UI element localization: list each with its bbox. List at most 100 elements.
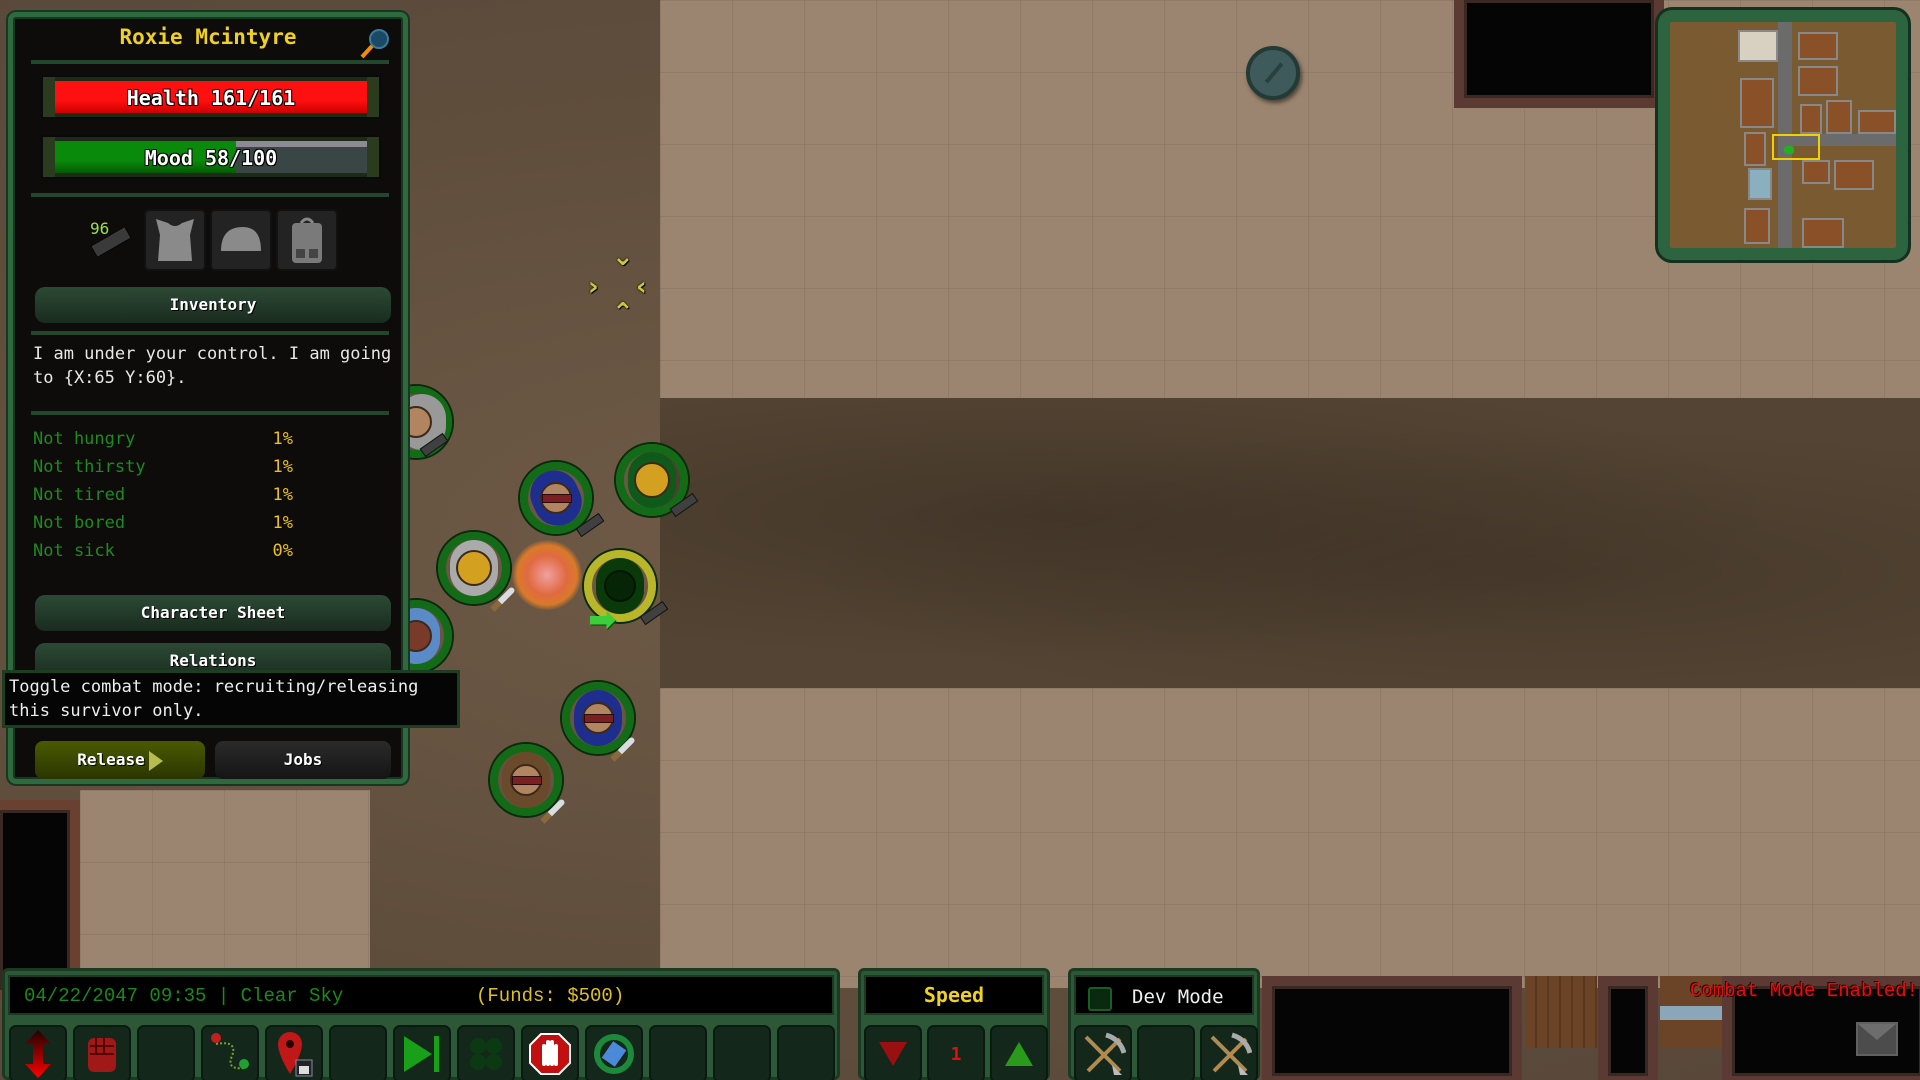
jobs-button[interactable]: Jobs xyxy=(215,741,391,779)
mood-bar: Mood 58/100 xyxy=(41,135,381,179)
status-bar: 04/22/2047 09:35 | Clear Sky (Funds: $50… xyxy=(8,975,834,1015)
minimap-building xyxy=(1738,30,1778,62)
speed-decrease-button[interactable] xyxy=(864,1025,922,1080)
toolbar-button-empty[interactable] xyxy=(777,1025,835,1080)
speed-header: Speed xyxy=(864,975,1044,1015)
divider xyxy=(31,331,389,335)
minimap-building xyxy=(1740,78,1774,128)
toolbar-button-save-location[interactable] xyxy=(265,1025,323,1080)
formation-icon xyxy=(470,1038,502,1070)
main-toolbar: 04/22/2047 09:35 | Clear Sky (Funds: $50… xyxy=(2,968,840,1080)
toolbar-button-formation[interactable] xyxy=(457,1025,515,1080)
route-icon xyxy=(211,1033,249,1070)
dev-mode-panel: Dev Mode xyxy=(1068,968,1260,1080)
magnifier-icon[interactable] xyxy=(357,27,391,61)
minimap-building xyxy=(1826,100,1852,134)
dev-tool-button[interactable] xyxy=(1200,1025,1258,1080)
armor-slot[interactable] xyxy=(144,209,206,271)
funds: (Funds: $500) xyxy=(476,985,625,1007)
sidewalk xyxy=(660,688,1920,988)
door xyxy=(1525,976,1597,1048)
minimap-building xyxy=(1834,160,1874,190)
date-weather: 04/22/2047 09:35 | Clear Sky xyxy=(24,985,344,1007)
road xyxy=(660,398,1920,688)
minimap-building xyxy=(1744,132,1766,166)
combat-mode-notification: Combat Mode Enabled! xyxy=(1690,980,1919,1002)
speed-value-label: 1 xyxy=(950,1043,962,1065)
minimap-building xyxy=(1858,110,1896,134)
character-name: Roxie Mcintyre xyxy=(119,25,297,49)
backpack-slot[interactable] xyxy=(276,209,338,271)
save-location-icon xyxy=(278,1032,313,1077)
building xyxy=(1454,0,1664,108)
toolbar-button-rotate[interactable] xyxy=(585,1025,643,1080)
backpack-icon xyxy=(292,217,322,263)
speed-panel: Speed 1 xyxy=(858,968,1050,1080)
fist-icon xyxy=(88,1038,116,1072)
stop-hand-icon xyxy=(529,1033,571,1075)
health-bar: Health 161/161 xyxy=(41,75,381,119)
explosion-effect xyxy=(512,540,582,610)
minimap-viewport[interactable] xyxy=(1772,134,1820,160)
need-row: Not bored 1% xyxy=(33,513,293,533)
speed-increase-button[interactable] xyxy=(990,1025,1048,1080)
toolbar-button-empty[interactable] xyxy=(713,1025,771,1080)
minimap[interactable] xyxy=(1658,10,1908,260)
up-down-arrow-icon xyxy=(25,1030,51,1078)
move-target-marker-icon: ⌄ › ‹ ⌃ xyxy=(588,242,647,328)
play-next-icon xyxy=(404,1036,439,1072)
triangle-up-icon xyxy=(1005,1042,1033,1066)
toolbar-button-play[interactable] xyxy=(393,1025,451,1080)
toolbar-button-stop[interactable] xyxy=(521,1025,579,1080)
need-row: Not thirsty 1% xyxy=(33,457,293,477)
release-button[interactable]: Release xyxy=(35,741,205,779)
character-sheet-button[interactable]: Character Sheet xyxy=(35,595,391,631)
inventory-button[interactable]: Inventory xyxy=(35,287,391,323)
sidewalk xyxy=(80,790,370,990)
triangle-down-icon xyxy=(879,1042,907,1066)
mail-icon[interactable] xyxy=(1856,1022,1898,1056)
tooltip: Toggle combat mode: recruiting/releasing… xyxy=(2,670,460,728)
character-panel: Roxie Mcintyre Health 161/161 Mood 58/10… xyxy=(8,12,408,784)
minimap-building xyxy=(1744,208,1770,244)
building xyxy=(1598,976,1658,1080)
minimap-building xyxy=(1800,104,1822,134)
minimap-building xyxy=(1798,66,1838,96)
dev-tool-button-empty[interactable] xyxy=(1137,1025,1195,1080)
release-label: Release xyxy=(77,750,145,769)
toolbar-button-empty[interactable] xyxy=(329,1025,387,1080)
health-label: Health 161/161 xyxy=(126,86,296,110)
speed-title: Speed xyxy=(923,983,985,1007)
pickaxe-shovel-icon xyxy=(1210,1032,1252,1075)
dev-mode-checkbox[interactable] xyxy=(1088,987,1112,1011)
survivor-unit[interactable] xyxy=(490,744,562,816)
needs-list: Not hungry 1% Not thirsty 1% Not tired 1% N… xyxy=(33,425,293,565)
pickaxe-shovel-icon xyxy=(1084,1032,1126,1075)
direction-arrow-icon: ➡ xyxy=(588,600,617,640)
minimap-building xyxy=(1798,32,1838,60)
need-row: Not sick 0% xyxy=(33,541,293,561)
toolbar-button-empty[interactable] xyxy=(137,1025,195,1080)
dev-tool-button[interactable] xyxy=(1074,1025,1132,1080)
manhole xyxy=(1246,46,1300,100)
status-message: I am under your control. I am going to {… xyxy=(33,344,392,388)
building xyxy=(1262,976,1522,1080)
divider xyxy=(31,411,389,415)
speed-value: 1 xyxy=(927,1025,985,1080)
dev-mode-label: Dev Mode xyxy=(1132,986,1224,1008)
survivor-unit[interactable] xyxy=(520,462,592,534)
helmet-icon xyxy=(221,227,261,251)
toolbar-button-empty[interactable] xyxy=(649,1025,707,1080)
need-row: Not hungry 1% xyxy=(33,429,293,449)
helmet-slot[interactable] xyxy=(210,209,272,271)
divider xyxy=(31,60,389,64)
toolbar-button-updown[interactable] xyxy=(9,1025,67,1080)
survivor-unit[interactable] xyxy=(438,532,510,604)
toolbar-button-attack[interactable] xyxy=(73,1025,131,1080)
divider xyxy=(31,193,389,197)
minimap-building xyxy=(1802,160,1830,184)
rotate-icon xyxy=(594,1034,634,1074)
minimap-building xyxy=(1802,218,1844,248)
toolbar-button-route[interactable] xyxy=(201,1025,259,1080)
cursor-arrow-icon xyxy=(148,750,163,771)
